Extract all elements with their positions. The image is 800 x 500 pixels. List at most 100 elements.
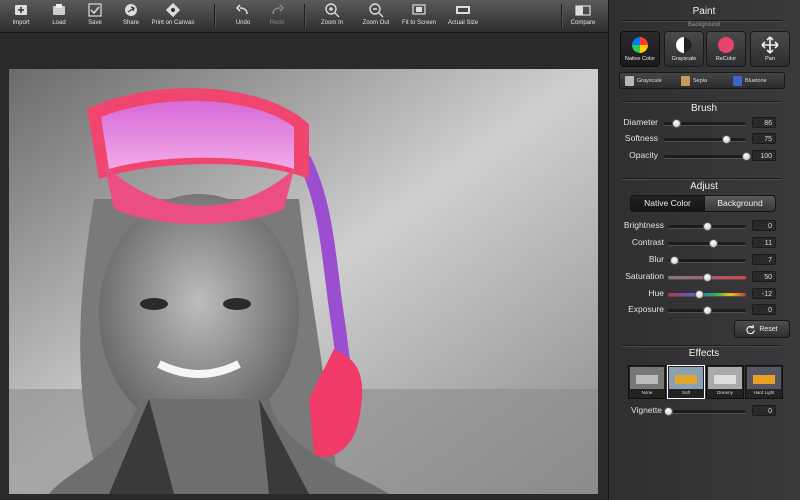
diameter-value[interactable]: 86 bbox=[752, 117, 776, 128]
redo-button[interactable]: Redo bbox=[264, 2, 290, 30]
redo-icon bbox=[272, 4, 285, 15]
redo-label: Redo bbox=[269, 20, 285, 26]
softness-label: Softness bbox=[624, 133, 658, 143]
recolor-mode-label: ReColor bbox=[715, 56, 737, 62]
vignette-slider-knob[interactable] bbox=[664, 407, 673, 416]
grayscale-icon bbox=[676, 37, 692, 53]
saturation-value[interactable]: 50 bbox=[752, 271, 776, 282]
saturation-slider-knob[interactable] bbox=[703, 273, 712, 282]
brightness-value[interactable]: 0 bbox=[752, 220, 776, 231]
bluetone-tone-button[interactable]: Bluetone bbox=[728, 73, 787, 88]
background-tab[interactable]: Background bbox=[704, 195, 776, 212]
effect-dreamy-label: Dreamy bbox=[717, 390, 733, 395]
effect-soft-thumbnail bbox=[669, 367, 703, 389]
sepia-tone-button[interactable]: Sepia bbox=[676, 73, 731, 88]
print-on-canvas-label: Print on Canvas bbox=[151, 20, 195, 26]
vignette-value[interactable]: 0 bbox=[752, 405, 776, 416]
toolbar-separator bbox=[214, 4, 215, 28]
native-color-tab[interactable]: Native Color bbox=[630, 195, 705, 212]
undo-button[interactable]: Undo bbox=[230, 2, 256, 30]
zoom-in-button[interactable]: Zoom In bbox=[317, 2, 347, 30]
effect-dreamy[interactable]: Dreamy bbox=[706, 365, 744, 399]
photo-image bbox=[9, 69, 598, 494]
zoom-out-button[interactable]: Zoom Out bbox=[360, 2, 392, 30]
print-on-canvas-button[interactable]: Print on Canvas bbox=[150, 2, 196, 30]
undo-icon bbox=[235, 4, 248, 15]
exposure-slider-knob[interactable] bbox=[703, 306, 712, 315]
vignette-label: Vignette bbox=[630, 405, 662, 415]
paint-mode-legend: Background bbox=[687, 22, 721, 28]
canvas-area[interactable] bbox=[0, 33, 608, 500]
contrast-value[interactable]: 11 bbox=[752, 237, 776, 248]
share-label: Share bbox=[122, 20, 139, 26]
zoom-out-label: Zoom Out bbox=[362, 20, 390, 26]
sepia-swatch-icon bbox=[681, 75, 690, 86]
compare-icon bbox=[575, 5, 591, 16]
hue-slider[interactable] bbox=[668, 290, 746, 299]
opacity-slider-knob[interactable] bbox=[742, 152, 751, 161]
blur-value[interactable]: 7 bbox=[752, 254, 776, 265]
saturation-label: Saturation bbox=[625, 271, 664, 281]
color-wheel-icon bbox=[632, 37, 648, 53]
compare-button[interactable]: Compare bbox=[568, 2, 598, 30]
blur-label: Blur bbox=[648, 254, 664, 264]
adjust-section-title: Adjust bbox=[690, 181, 718, 192]
brightness-label: Brightness bbox=[623, 220, 664, 230]
native-color-mode-button[interactable]: Native Color bbox=[620, 31, 660, 67]
diameter-label: Diameter bbox=[623, 117, 658, 127]
import-button[interactable]: Import bbox=[7, 2, 35, 30]
pan-icon bbox=[761, 36, 779, 54]
toolbar-separator bbox=[304, 4, 305, 28]
effect-hard-light-label: Hard Light bbox=[753, 390, 775, 395]
hue-label: Hue bbox=[648, 288, 664, 298]
effect-soft[interactable]: Soft bbox=[667, 365, 705, 399]
fit-to-screen-label: Fit to Screen bbox=[401, 20, 436, 26]
load-button[interactable]: Load bbox=[46, 2, 72, 30]
opacity-value[interactable]: 100 bbox=[752, 150, 776, 161]
brightness-slider-knob[interactable] bbox=[703, 222, 712, 231]
exposure-value[interactable]: 0 bbox=[752, 304, 776, 315]
hue-value[interactable]: -12 bbox=[752, 288, 776, 299]
photo-canvas[interactable] bbox=[9, 69, 598, 494]
vignette-slider[interactable] bbox=[664, 407, 746, 416]
save-label: Save bbox=[88, 20, 102, 26]
exposure-slider[interactable] bbox=[668, 306, 746, 315]
section-divider bbox=[622, 345, 782, 346]
actual-size-button[interactable]: Actual Size bbox=[446, 2, 480, 30]
softness-value[interactable]: 75 bbox=[752, 133, 776, 144]
effect-none[interactable]: None bbox=[628, 365, 666, 399]
effect-dreamy-thumbnail bbox=[708, 367, 742, 389]
actual-size-label: Actual Size bbox=[447, 20, 478, 26]
brush-section-title: Brush bbox=[690, 103, 718, 114]
opacity-slider[interactable] bbox=[664, 152, 751, 161]
save-button[interactable]: Save bbox=[82, 2, 108, 30]
brightness-slider[interactable] bbox=[668, 222, 746, 231]
load-icon bbox=[53, 4, 65, 15]
reset-button[interactable]: Reset bbox=[734, 320, 790, 338]
softness-slider[interactable] bbox=[664, 135, 746, 144]
blur-slider[interactable] bbox=[668, 256, 746, 265]
recolor-mode-button[interactable]: ReColor bbox=[706, 31, 746, 67]
load-label: Load bbox=[52, 20, 66, 26]
softness-slider-knob[interactable] bbox=[721, 135, 731, 144]
pan-mode-label: Pan bbox=[765, 56, 775, 62]
share-button[interactable]: Share bbox=[118, 2, 144, 30]
bluetone-tone-label: Bluetone bbox=[745, 77, 767, 84]
contrast-slider[interactable] bbox=[668, 239, 746, 248]
compare-label: Compare bbox=[570, 20, 596, 26]
grayscale-mode-label: Grayscale bbox=[671, 56, 697, 62]
paint-section-title: Paint bbox=[692, 6, 716, 17]
grayscale-mode-button[interactable]: Grayscale bbox=[664, 31, 704, 67]
diameter-slider[interactable] bbox=[664, 119, 746, 128]
effect-hard-light[interactable]: Hard Light bbox=[745, 365, 783, 399]
native-color-mode-label: Native Color bbox=[624, 56, 656, 62]
share-icon bbox=[125, 4, 137, 16]
section-divider bbox=[622, 178, 782, 179]
effect-none-label: None bbox=[641, 390, 653, 395]
pan-mode-button[interactable]: Pan bbox=[750, 31, 790, 67]
save-icon bbox=[88, 3, 102, 17]
grayscale-tone-button[interactable]: Grayscale bbox=[620, 73, 679, 88]
exposure-label: Exposure bbox=[628, 304, 664, 314]
saturation-slider[interactable] bbox=[668, 273, 746, 282]
fit-to-screen-button[interactable]: Fit to Screen bbox=[400, 2, 438, 30]
